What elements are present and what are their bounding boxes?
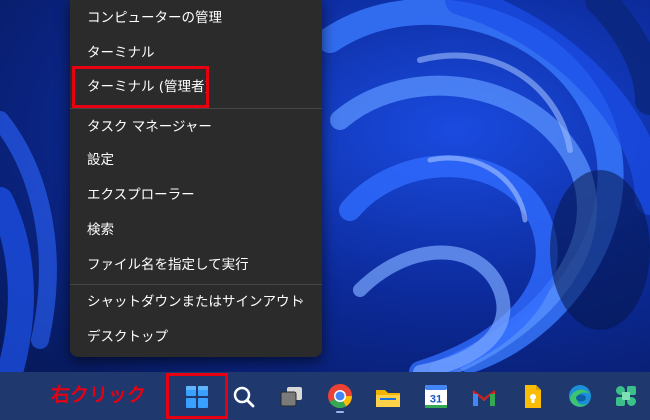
- menu-item-terminal[interactable]: ターミナル: [70, 36, 322, 70]
- menu-item-label: シャットダウンまたはサインアウト: [87, 294, 303, 310]
- search-icon[interactable]: [228, 380, 260, 414]
- calendar-day: 31: [430, 394, 442, 406]
- right-click-annotation: 右クリック: [51, 384, 147, 406]
- context-menu: コンピューターの管理 ターミナル ターミナル (管理者) タスク マネージャー …: [70, 0, 322, 357]
- edge-icon[interactable]: [564, 380, 596, 414]
- calendar-icon[interactable]: 31: [420, 380, 452, 414]
- app-icon[interactable]: [610, 380, 642, 414]
- task-view-icon[interactable]: [276, 380, 308, 414]
- menu-separator: [70, 108, 322, 109]
- menu-item-settings[interactable]: 設定: [70, 143, 322, 177]
- highlight-box-terminal-admin: [72, 66, 209, 108]
- highlight-box-start-button: [166, 373, 228, 419]
- menu-item-label: ターミナル: [87, 45, 155, 61]
- file-explorer-icon[interactable]: [372, 380, 404, 414]
- menu-item-label: ファイル名を指定して実行: [87, 257, 249, 273]
- menu-item-search[interactable]: 検索: [70, 213, 322, 247]
- menu-item-label: デスクトップ: [87, 329, 168, 345]
- menu-item-label: エクスプローラー: [87, 187, 195, 203]
- chrome-icon[interactable]: [324, 380, 356, 414]
- chevron-right-icon: ›: [298, 294, 304, 309]
- menu-item-label: 検索: [87, 222, 114, 238]
- menu-item-label: タスク マネージャー: [87, 119, 212, 135]
- menu-item-label: コンピューターの管理: [87, 10, 222, 26]
- keep-notes-icon[interactable]: [516, 380, 548, 414]
- menu-item-run[interactable]: ファイル名を指定して実行: [70, 248, 322, 282]
- menu-item-task-manager[interactable]: タスク マネージャー: [70, 110, 322, 144]
- menu-item-computer-management[interactable]: コンピューターの管理: [70, 1, 322, 35]
- menu-item-desktop[interactable]: デスクトップ: [70, 320, 322, 354]
- menu-item-shutdown-signout[interactable]: シャットダウンまたはサインアウト ›: [70, 285, 322, 319]
- menu-item-label: 設定: [87, 152, 114, 168]
- menu-item-file-explorer[interactable]: エクスプローラー: [70, 178, 322, 212]
- gmail-icon[interactable]: [468, 380, 500, 414]
